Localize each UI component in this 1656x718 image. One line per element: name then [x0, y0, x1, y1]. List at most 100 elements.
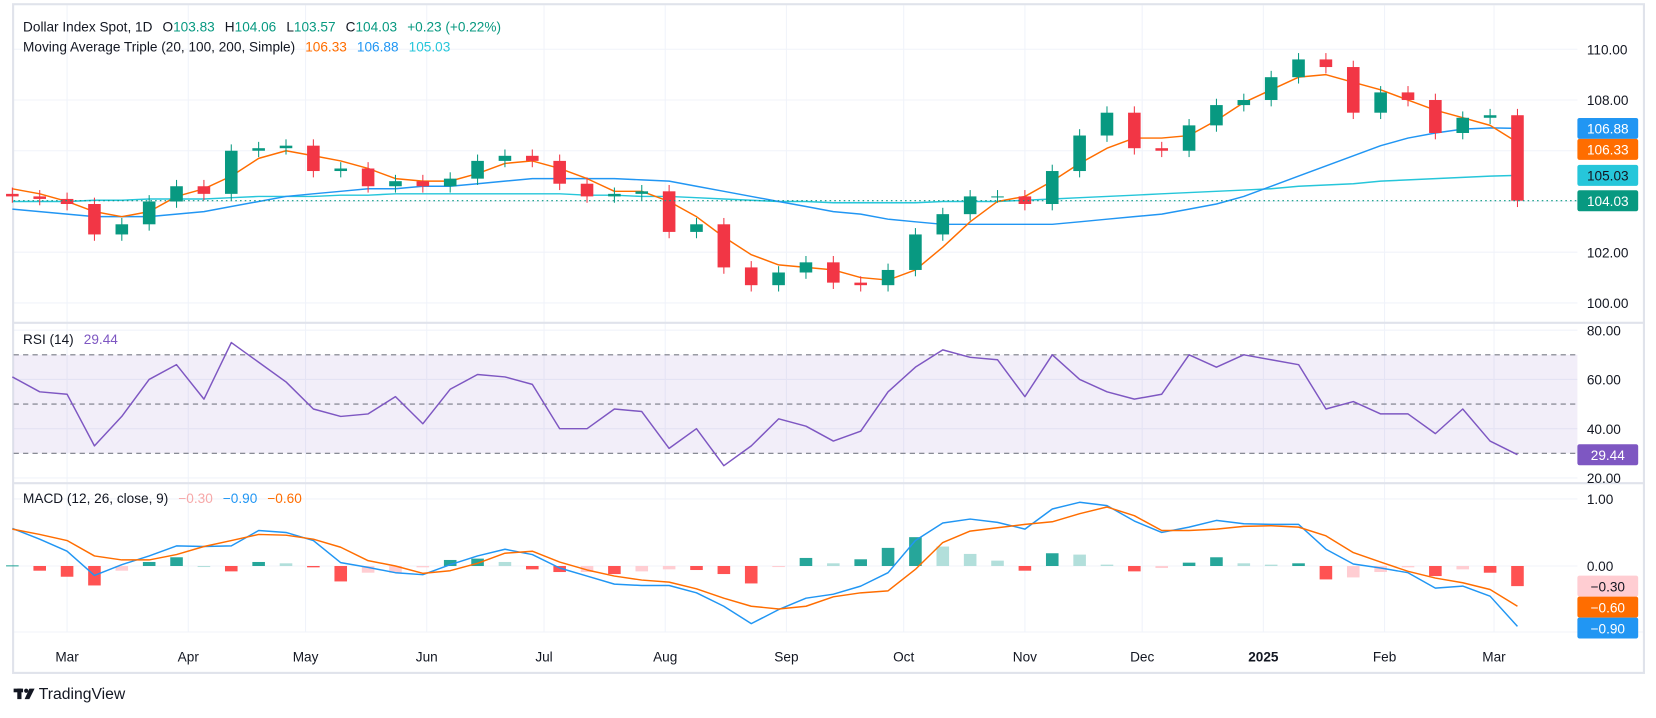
candle-body	[1401, 92, 1415, 101]
candle-body	[854, 282, 867, 286]
time-axis-label: Feb	[1373, 649, 1396, 664]
macd-histogram-bar	[416, 566, 430, 568]
macd-histogram-bar	[662, 566, 676, 570]
macd-histogram-bar	[608, 566, 621, 575]
close-value: 104.03	[355, 19, 397, 34]
macd-histogram-bar	[1018, 566, 1032, 571]
candle-body	[963, 196, 977, 215]
candle[interactable]	[224, 144, 238, 201]
candle-body	[1100, 112, 1114, 136]
candle-body	[33, 196, 47, 199]
candle-body	[1511, 115, 1524, 201]
candle[interactable]	[88, 197, 101, 241]
macd-histogram-bar	[772, 566, 785, 568]
price-tag: −0.60	[1577, 596, 1639, 618]
price-axis-label: 100.00	[1587, 296, 1629, 311]
macd-axis-label: 1.00	[1587, 492, 1614, 507]
macd-histogram-bar	[936, 546, 950, 566]
candle-body	[827, 262, 840, 283]
candle-body	[1073, 135, 1086, 172]
candle-body	[772, 272, 785, 286]
price-tag-label: −0.30	[1591, 579, 1626, 594]
price-axis-label: 110.00	[1587, 43, 1628, 58]
candle[interactable]	[1045, 164, 1059, 211]
rsi-legend[interactable]: RSI (14) 29.44	[23, 332, 118, 347]
ma100-value: 106.88	[357, 39, 399, 54]
macd-histogram-bar	[170, 557, 183, 566]
rsi-axis-label: 60.00	[1587, 373, 1621, 388]
price-axis-label: 108.00	[1587, 93, 1629, 108]
candle-body	[1264, 77, 1278, 101]
macd-histogram-bar	[1292, 563, 1305, 566]
macd-histogram-bar	[1429, 566, 1442, 577]
candle-body	[6, 193, 19, 197]
time-axis-label: Sep	[774, 649, 798, 664]
candle-body	[909, 234, 922, 270]
time-axis-label: Nov	[1013, 649, 1037, 664]
candle[interactable]	[1429, 93, 1442, 140]
time-axis-label: Mar	[1482, 649, 1506, 664]
ma-title: Moving Average Triple (20, 100, 200, Sim…	[23, 39, 295, 54]
price-tag: 106.88	[1577, 117, 1639, 139]
rsi-title: RSI (14)	[23, 332, 74, 347]
candle-body	[471, 160, 484, 179]
candle-body	[1456, 117, 1470, 133]
candle-body	[443, 178, 457, 187]
time-axis-label: Aug	[653, 649, 677, 664]
candle-body	[416, 181, 430, 187]
macd-histogram-bar	[963, 553, 977, 566]
price-legend[interactable]: Dollar Index Spot, 1D O103.83 H104.06 L1…	[23, 19, 501, 34]
macd-histogram-bar	[744, 566, 758, 584]
candle-body	[635, 191, 649, 194]
time-axis-label: Mar	[55, 649, 79, 664]
candle[interactable]	[1511, 108, 1524, 208]
candle-body	[224, 150, 238, 194]
price-tag-label: 104.03	[1587, 194, 1629, 209]
candle[interactable]	[662, 184, 676, 239]
candle[interactable]	[717, 217, 731, 274]
high-value: 104.06	[235, 19, 277, 34]
candle-body	[526, 155, 539, 161]
macd-histogram-bar	[60, 566, 74, 577]
candle[interactable]	[1346, 60, 1360, 120]
time-axis-label: Apr	[178, 649, 200, 664]
macd-histogram-bar	[1346, 566, 1360, 578]
time-axis-label: Jul	[535, 649, 552, 664]
candle[interactable]	[1128, 106, 1141, 155]
macd-legend[interactable]: MACD (12, 26, close, 9) −0.30 −0.90 −0.6…	[23, 491, 302, 506]
macd-histogram-bar	[1264, 564, 1278, 566]
price-tag-label: 105.03	[1587, 169, 1629, 184]
macd-histogram-bar	[142, 561, 156, 566]
symbol-label: Dollar Index Spot, 1D	[23, 19, 153, 34]
candle-body	[1128, 112, 1141, 149]
candle-body	[1155, 148, 1169, 151]
time-axis-label: 2025	[1248, 649, 1279, 664]
macd-title: MACD (12, 26, close, 9)	[23, 491, 168, 506]
macd-histogram-bar	[717, 566, 731, 575]
candle-body	[662, 191, 676, 232]
candle-body	[334, 168, 348, 172]
candle-body	[881, 269, 895, 286]
candle-body	[1045, 171, 1059, 205]
macd-histogram-bar	[1045, 553, 1059, 566]
trading-chart[interactable]: Mar Apr May Jun Jul Aug Sep Oct Nov Dec 2025 Feb Mar…	[0, 0, 1656, 718]
macd-histogram-bar	[197, 566, 211, 568]
candle-body	[1210, 105, 1223, 126]
open-value: 103.83	[173, 19, 215, 34]
macd-histogram-bar	[799, 557, 813, 566]
rsi-axis-label: 80.00	[1587, 323, 1621, 338]
price-tag: −0.90	[1577, 617, 1639, 639]
candle[interactable]	[909, 228, 922, 277]
candle[interactable]	[1073, 129, 1086, 178]
candle-body	[389, 181, 402, 187]
open-label: O	[162, 19, 173, 34]
macd-histogram-bar	[1128, 566, 1141, 572]
macd-histogram-bar	[498, 561, 512, 566]
change-value: +0.23 (+0.22%)	[407, 19, 501, 34]
price-tag: 104.03	[1577, 190, 1639, 212]
tradingview-wordmark: TradingView	[39, 686, 126, 703]
macd-axis-label: 0.00	[1587, 559, 1614, 574]
candle-body	[115, 224, 129, 235]
ma-legend[interactable]: Moving Average Triple (20, 100, 200, Sim…	[23, 39, 450, 54]
price-tag-label: 29.44	[1591, 448, 1625, 463]
